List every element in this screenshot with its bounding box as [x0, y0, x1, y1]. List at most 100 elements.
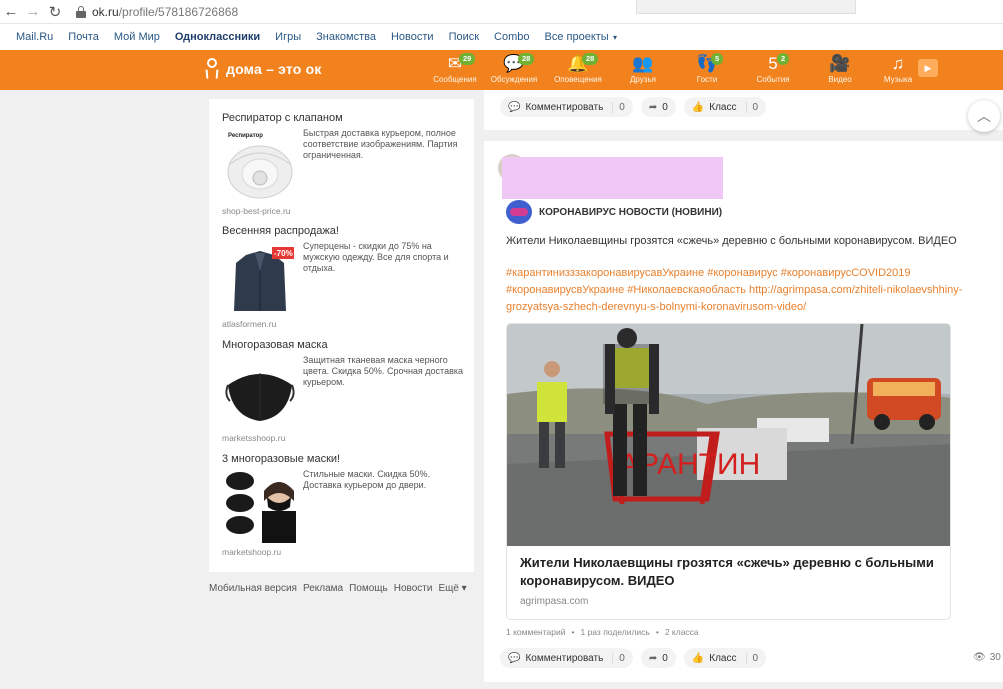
- portal-link[interactable]: Новости: [391, 31, 434, 43]
- ad-domain[interactable]: marketshoop.ru: [222, 547, 281, 557]
- post-text: Жители Николаевщины грозятся «сжечь» дер…: [506, 235, 957, 247]
- ad-domain[interactable]: atlasformen.ru: [222, 319, 276, 329]
- portal-link[interactable]: Все проекты ▾: [545, 31, 617, 43]
- footer-link-more[interactable]: Ещё ▾: [438, 583, 466, 594]
- preview-title[interactable]: Жители Николаевщины грозятся «сжечь» дер…: [520, 554, 940, 590]
- toolbar-item-friends[interactable]: 👥 Друзья: [613, 54, 673, 84]
- preview-domain[interactable]: agrimpasa.com: [520, 596, 588, 607]
- likes-stat[interactable]: 2 класса: [665, 627, 699, 637]
- toolbar-item-events[interactable]: 5 События 2: [743, 53, 803, 84]
- comment-button[interactable]: 💬 Комментировать 0: [500, 97, 633, 117]
- respirator-image[interactable]: Респиратор: [222, 128, 298, 202]
- share-arrow-icon: ➦: [648, 101, 658, 113]
- like-button[interactable]: 👍 Класс 0: [683, 97, 767, 117]
- comment-icon: 💬: [508, 101, 521, 113]
- forward-button[interactable]: →: [22, 1, 44, 23]
- toolbar-label: Оповещения: [554, 75, 602, 84]
- notification-badge: 29: [459, 53, 476, 65]
- toolbar-item-video[interactable]: 🎥 Видео: [810, 54, 870, 84]
- ad-title[interactable]: Респиратор с клапаном: [222, 112, 467, 124]
- reload-button[interactable]: ↻: [44, 1, 66, 23]
- toolbar-label: Сообщения: [433, 75, 477, 84]
- post-hashtags-link[interactable]: #карантинизззакоронавирусавУкраине #коро…: [506, 265, 976, 316]
- chevron-down-icon: ▾: [610, 33, 617, 42]
- toolbar-item-messages[interactable]: ✉ Сообщения 29: [425, 53, 485, 84]
- toolbar-label: Музыка: [883, 75, 913, 84]
- footer-link-ads[interactable]: Реклама: [303, 583, 343, 594]
- portal-link[interactable]: Combo: [494, 31, 529, 43]
- thumbs-up-icon: 👍: [691, 101, 705, 113]
- footer-link-mobile[interactable]: Мобильная версия: [209, 583, 297, 594]
- ad-title[interactable]: Многоразовая маска: [222, 339, 467, 351]
- respirator-image-label: Респиратор: [228, 133, 263, 139]
- toolbar-label: Друзья: [630, 75, 656, 84]
- ad-description: Стильные маски. Скидка 50%. Доставка кур…: [303, 469, 431, 490]
- toolbar-item-guests[interactable]: 👣 Гости 5: [677, 53, 737, 84]
- three-masks-image[interactable]: [222, 469, 298, 543]
- friends-icon: 👥: [632, 54, 654, 73]
- portal-link[interactable]: Одноклассники: [175, 31, 260, 43]
- share-arrow-icon: ➦: [648, 652, 658, 664]
- redacted-author: [502, 157, 723, 199]
- forward-arrow-icon: →: [25, 3, 41, 20]
- portal-link[interactable]: Поиск: [449, 31, 479, 43]
- portal-link[interactable]: Mail.Ru: [16, 31, 53, 43]
- footer-link-news[interactable]: Новости: [394, 583, 433, 594]
- post-card: КОРОНАВИРУС НОВОСТИ (НОВИНИ) Жители Нико…: [484, 141, 1003, 682]
- notification-badge: 28: [518, 53, 535, 65]
- ok-logo[interactable]: дома – это ок: [205, 58, 322, 80]
- toolbar-item-music[interactable]: ♫ Музыка: [868, 54, 928, 84]
- toolbar-item-discussions[interactable]: 💬 Обсуждения 28: [484, 53, 544, 84]
- eye-icon: 👁: [973, 652, 986, 663]
- discount-badge: -70%: [274, 249, 293, 258]
- portal-link[interactable]: Почта: [68, 31, 99, 43]
- ads-panel: Респиратор с клапаном Респиратор Быстрая…: [209, 99, 474, 572]
- reload-icon: ↻: [48, 3, 62, 21]
- ad-title[interactable]: 3 многоразовые маски!: [222, 453, 467, 465]
- toolbar-item-notifications[interactable]: 🔔 Оповещения 28: [548, 53, 608, 84]
- share-button[interactable]: ➦ 0: [640, 97, 676, 117]
- toolbar-label: События: [756, 75, 790, 84]
- ad-item[interactable]: 3 многоразовые маски! Стильные маски. Ск…: [222, 453, 467, 563]
- back-button[interactable]: ←: [0, 1, 22, 23]
- events-icon: 5: [768, 54, 778, 73]
- ad-item[interactable]: Весенняя распродажа! -70% Суперцены - ск…: [222, 225, 467, 335]
- preview-image[interactable]: АРАНТИН: [507, 324, 951, 546]
- notifications-icon: 🔔: [567, 54, 589, 73]
- portal-link[interactable]: Мой Мир: [114, 31, 160, 43]
- ad-title[interactable]: Весенняя распродажа!: [222, 225, 467, 237]
- footer-link-help[interactable]: Помощь: [349, 583, 388, 594]
- ad-domain[interactable]: marketsshoop.ru: [222, 433, 285, 443]
- views-counter: 👁 30: [973, 652, 1001, 663]
- comment-button[interactable]: 💬 Комментировать 0: [500, 648, 633, 668]
- ad-item[interactable]: Респиратор с клапаном Респиратор Быстрая…: [222, 112, 467, 222]
- link-preview[interactable]: АРАНТИН Жители Николаевщины грозятся «сж…: [506, 323, 951, 620]
- lock-icon: [76, 5, 86, 18]
- thumbs-up-icon: 👍: [691, 652, 705, 664]
- url-path: /profile/578186726868: [118, 4, 239, 19]
- comment-icon: 💬: [508, 652, 521, 664]
- footer-links: Мобильная версия Реклама Помощь Новости …: [209, 583, 473, 594]
- post-actions: 💬 Комментировать 0 ➦ 0 👍 Класс 0: [500, 648, 774, 668]
- group-header[interactable]: КОРОНАВИРУС НОВОСТИ (НОВИНИ): [506, 200, 722, 224]
- scroll-to-top-button[interactable]: ︿: [968, 100, 1000, 132]
- shares-stat[interactable]: 1 раз поделились: [580, 627, 649, 637]
- chevron-up-icon: ︿: [977, 108, 991, 124]
- group-name[interactable]: КОРОНАВИРУС НОВОСТИ (НОВИНИ): [539, 207, 722, 218]
- like-button[interactable]: 👍 Класс 0: [683, 648, 767, 668]
- share-button[interactable]: ➦ 0: [640, 648, 676, 668]
- portal-link[interactable]: Знакомства: [316, 31, 376, 43]
- notification-badge: 28: [582, 53, 599, 65]
- post-stats: 1 комментарий • 1 раз поделились • 2 кла…: [506, 627, 699, 637]
- black-mask-image[interactable]: [222, 355, 298, 429]
- post-actions: 💬 Комментировать 0 ➦ 0 👍 Класс 0: [500, 97, 774, 117]
- jacket-image[interactable]: -70%: [222, 241, 298, 315]
- ok-logo-icon: [205, 58, 219, 80]
- toolbar-label: Гости: [696, 75, 718, 84]
- ad-domain[interactable]: shop-best-price.ru: [222, 206, 291, 216]
- group-logo-icon[interactable]: [506, 200, 532, 224]
- ad-item[interactable]: Многоразовая маска Защитная тканевая мас…: [222, 339, 467, 449]
- address-bar[interactable]: ok.ru/profile/578186726868: [92, 5, 238, 19]
- portal-link[interactable]: Игры: [275, 31, 301, 43]
- comments-stat[interactable]: 1 комментарий: [506, 627, 566, 637]
